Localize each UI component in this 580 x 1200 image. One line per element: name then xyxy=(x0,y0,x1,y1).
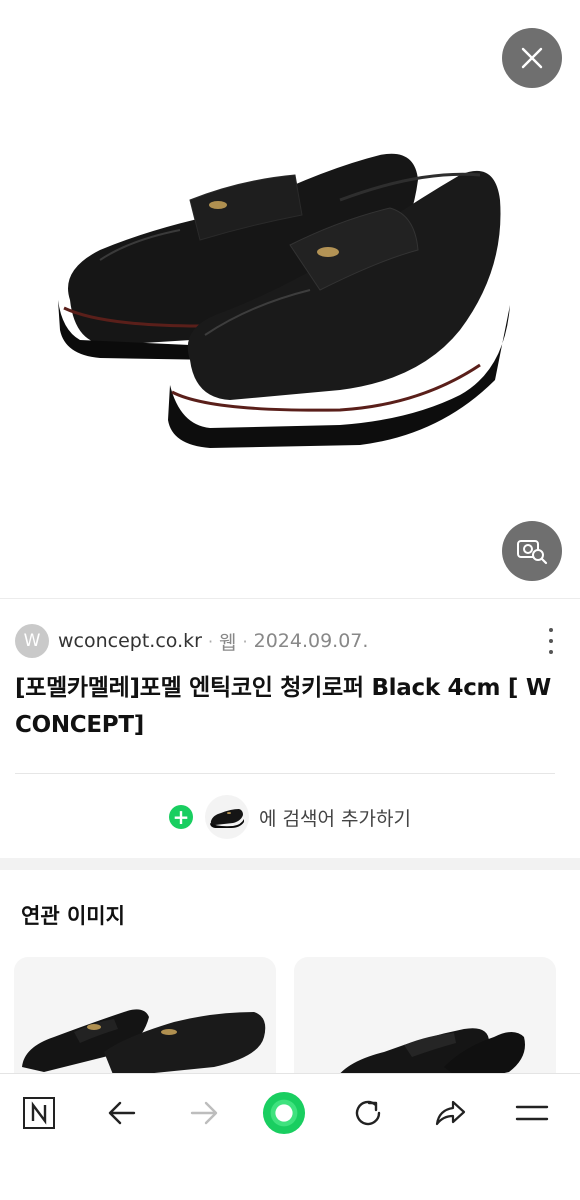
result-title-link[interactable]: [포멜카멜레]포멜 엔틱코인 청키로퍼 Black 4cm [ W CONCEP… xyxy=(15,670,560,744)
more-options-button[interactable] xyxy=(545,628,557,654)
more-dot-icon xyxy=(549,650,553,654)
divider xyxy=(0,598,580,599)
divider xyxy=(15,773,555,774)
loafer-shoes-image xyxy=(58,153,510,448)
naver-home-icon xyxy=(23,1097,55,1129)
menu-button[interactable] xyxy=(510,1091,554,1135)
meta-separator: · xyxy=(207,631,214,651)
refresh-button[interactable] xyxy=(346,1091,390,1135)
back-button[interactable] xyxy=(100,1091,144,1135)
menu-icon xyxy=(515,1105,549,1121)
site-favicon[interactable]: W xyxy=(15,624,49,658)
related-images-heading: 연관 이미지 xyxy=(21,904,125,928)
source-info: W wconcept.co.kr · 웹 · 2024.09.07. xyxy=(15,624,565,658)
source-domain-link[interactable]: wconcept.co.kr xyxy=(58,630,202,652)
image-viewer xyxy=(0,0,580,598)
plus-icon: + xyxy=(169,805,194,829)
more-dot-icon xyxy=(549,628,553,632)
share-icon xyxy=(435,1100,466,1126)
image-search-icon xyxy=(517,540,548,565)
close-icon xyxy=(521,47,543,69)
close-button[interactable] xyxy=(502,28,562,88)
green-dot-button[interactable] xyxy=(262,1091,306,1135)
naver-home-button[interactable] xyxy=(17,1091,61,1135)
source-type: 웹 xyxy=(219,631,237,654)
section-divider xyxy=(0,858,580,870)
back-arrow-icon xyxy=(108,1101,136,1125)
image-thumbnail xyxy=(205,795,250,839)
loafer-thumbnail-image xyxy=(210,809,245,828)
refresh-icon xyxy=(355,1100,381,1126)
more-dot-icon xyxy=(549,639,553,643)
forward-arrow-icon xyxy=(190,1101,218,1125)
image-search-button[interactable] xyxy=(502,521,562,581)
share-button[interactable] xyxy=(428,1091,472,1135)
add-search-label: 에 검색어 추가하기 xyxy=(259,807,411,830)
green-dot-icon xyxy=(262,1091,306,1135)
add-search-term-button[interactable]: + 에 검색어 추가하기 xyxy=(0,790,580,844)
meta-separator: · xyxy=(242,631,248,651)
source-date: 2024.09.07. xyxy=(253,630,369,652)
forward-button[interactable] xyxy=(182,1091,226,1135)
bottom-navigation-bar xyxy=(0,1073,580,1200)
